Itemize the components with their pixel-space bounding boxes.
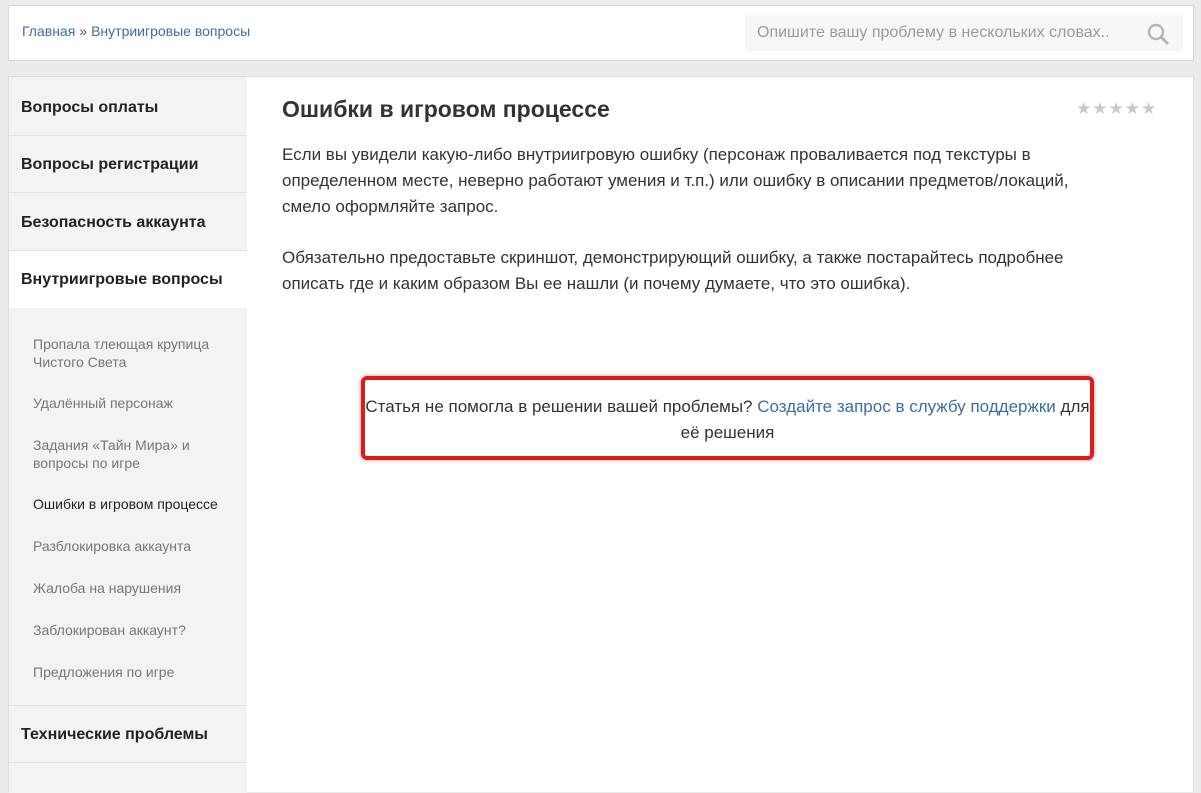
sidebar-category-technical[interactable]: Технические проблемы bbox=[9, 705, 247, 763]
search-input[interactable] bbox=[745, 15, 1135, 51]
sidebar-subitem-complaint[interactable]: Жалоба на нарушения bbox=[33, 579, 233, 597]
article-paragraph-2: Обязательно предоставьте скриншот, демон… bbox=[282, 248, 1064, 293]
sidebar-category-ingame[interactable]: Внутриигровые вопросы bbox=[9, 251, 247, 308]
sidebar-subitem-deleted-character[interactable]: Удалённый персонаж bbox=[33, 394, 233, 412]
sidebar: Вопросы оплаты Вопросы регистрации Безоп… bbox=[9, 77, 247, 793]
rating-stars-icon[interactable]: ★★★★★ bbox=[1076, 99, 1157, 119]
create-support-request-link[interactable]: Создайте запрос в службу поддержки bbox=[757, 397, 1056, 416]
article-paragraph-1: Если вы увидели какую-либо внутриигровую… bbox=[282, 145, 1069, 216]
main-container: Вопросы оплаты Вопросы регистрации Безоп… bbox=[8, 76, 1194, 793]
top-bar: Главная» Внутриигровые вопросы bbox=[8, 5, 1194, 61]
support-notice-box: Статья не помогла в решении вашей пробле… bbox=[361, 376, 1094, 460]
search-icon[interactable] bbox=[1147, 23, 1169, 45]
article-title: Ошибки в игровом процессе bbox=[282, 96, 610, 122]
sidebar-category-registration[interactable]: Вопросы регистрации bbox=[9, 136, 247, 193]
search-box bbox=[745, 15, 1183, 51]
breadcrumb-separator: » bbox=[79, 23, 88, 39]
breadcrumb-current-link[interactable]: Внутриигровые вопросы bbox=[91, 23, 250, 39]
notice-text-before: Статья не помогла в решении вашей пробле… bbox=[365, 397, 753, 416]
sidebar-subitem-account-blocked[interactable]: Заблокирован аккаунт? bbox=[33, 621, 233, 639]
sidebar-subitem-gameplay-errors[interactable]: Ошибки в игровом процессе bbox=[33, 495, 233, 513]
breadcrumb-home-link[interactable]: Главная bbox=[22, 23, 75, 39]
sidebar-subitem-light-fragment[interactable]: Пропала тлеющая крупица Чистого Света bbox=[33, 335, 233, 371]
sidebar-subitem-world-secrets[interactable]: Задания «Тайн Мира» и вопросы по игре bbox=[33, 436, 233, 472]
breadcrumb: Главная» Внутриигровые вопросы bbox=[22, 23, 250, 39]
sidebar-subitem-suggestions[interactable]: Предложения по игре bbox=[33, 663, 233, 681]
sidebar-subitem-unblock-account[interactable]: Разблокировка аккаунта bbox=[33, 537, 233, 555]
sidebar-category-payment[interactable]: Вопросы оплаты bbox=[9, 79, 247, 136]
sidebar-category-account-security[interactable]: Безопасность аккаунта bbox=[9, 194, 247, 251]
